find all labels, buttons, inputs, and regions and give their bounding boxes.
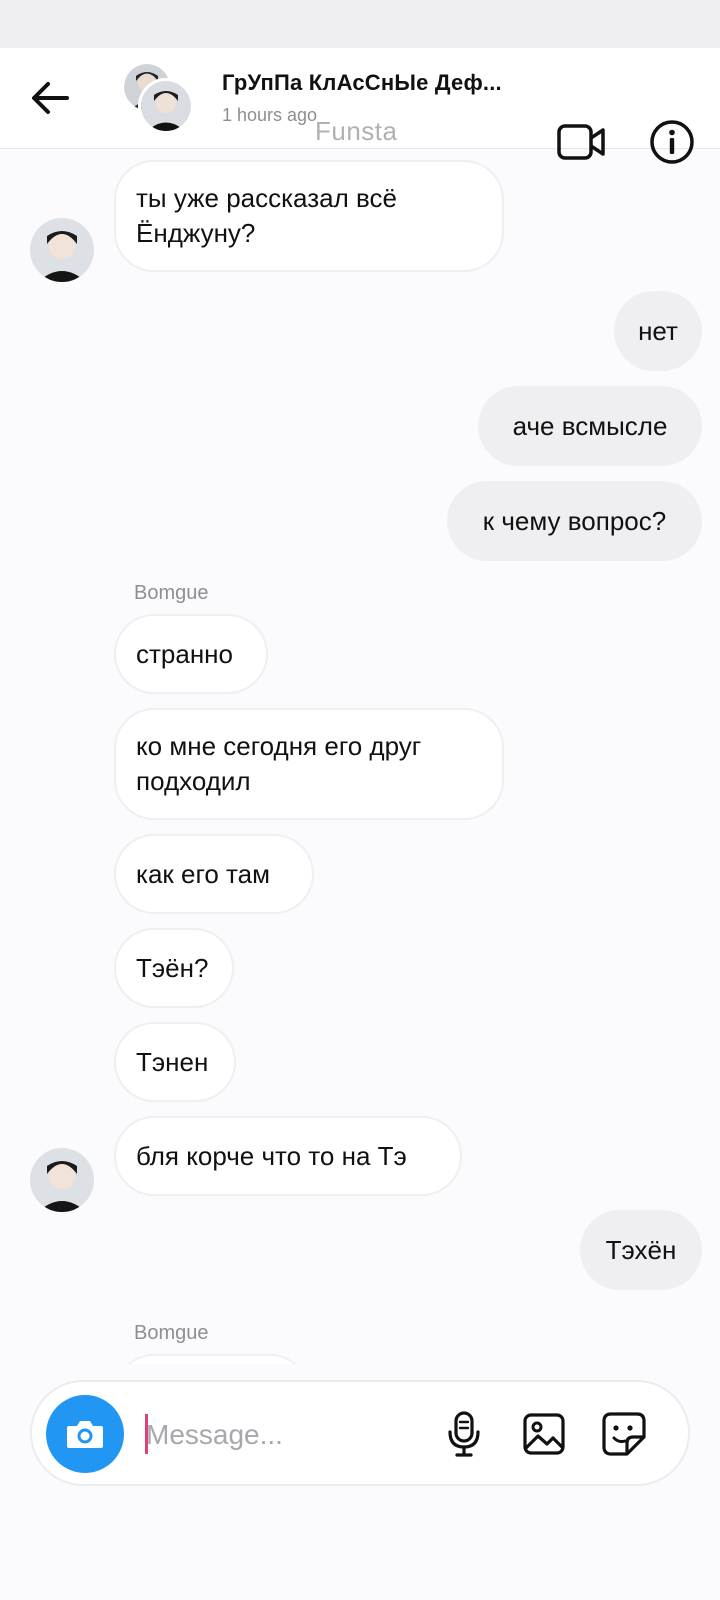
group-avatar[interactable] (124, 64, 194, 134)
outgoing-message[interactable]: нет (614, 291, 702, 371)
camera-button[interactable] (46, 1395, 124, 1473)
message-text: к чему вопрос? (482, 505, 667, 536)
outgoing-message[interactable]: Тэхён (580, 1210, 702, 1290)
back-button[interactable] (26, 76, 74, 120)
sender-name: Bomgue (134, 1322, 209, 1344)
watermark: Funsta (315, 116, 398, 146)
chat-title: ГрУпПа КлАсСнЫе Деф... (222, 70, 502, 95)
camera-icon (67, 1421, 103, 1448)
incoming-message[interactable]: бля корче что то на Тэ (114, 1116, 462, 1196)
incoming-message[interactable]: Тэён? (114, 928, 234, 1008)
outgoing-message[interactable]: аче всмысле (478, 386, 702, 466)
avatar (30, 218, 94, 282)
status-bar (0, 0, 720, 48)
message-thread[interactable]: ты уже рассказал всё Ёнджуну? нет аче вс… (0, 150, 720, 1364)
message-text: Тэнен (136, 1046, 209, 1077)
image-icon (523, 1413, 565, 1455)
sender-avatar[interactable] (30, 218, 94, 282)
message-text: бля корче что то на Тэ (136, 1140, 407, 1171)
message-composer (30, 1380, 690, 1486)
sticker-button[interactable] (598, 1408, 650, 1460)
message-text: Тэён? (136, 952, 209, 983)
incoming-message[interactable] (114, 1354, 310, 1364)
arrow-left-icon (32, 82, 69, 114)
message-text: аче всмысле (512, 410, 668, 441)
message-text: ты уже рассказал всё Ёнджуну? (136, 183, 397, 248)
incoming-message[interactable]: как его там (114, 834, 314, 914)
incoming-message[interactable]: странно (114, 614, 268, 694)
sender-avatar[interactable] (30, 1148, 94, 1212)
sender-name: Bomgue (134, 582, 209, 604)
gallery-button[interactable] (518, 1408, 570, 1460)
incoming-message[interactable]: Тэнен (114, 1022, 236, 1102)
message-text: Тэхён (605, 1234, 677, 1265)
incoming-message[interactable]: ко мне сегодня его друг подходил (114, 708, 504, 820)
message-text: странно (136, 638, 234, 669)
avatar (138, 78, 194, 134)
message-text: как его там (136, 858, 271, 889)
voice-message-button[interactable] (438, 1408, 490, 1460)
outgoing-message[interactable]: к чему вопрос? (447, 481, 702, 561)
message-input[interactable] (142, 1408, 448, 1462)
sticker-icon (602, 1412, 646, 1456)
avatar (30, 1148, 94, 1212)
microphone-icon (448, 1411, 480, 1457)
message-text: нет (638, 315, 678, 346)
incoming-message[interactable]: ты уже рассказал всё Ёнджуну? (114, 160, 504, 272)
message-text: ко мне сегодня его друг подходил (136, 731, 422, 796)
